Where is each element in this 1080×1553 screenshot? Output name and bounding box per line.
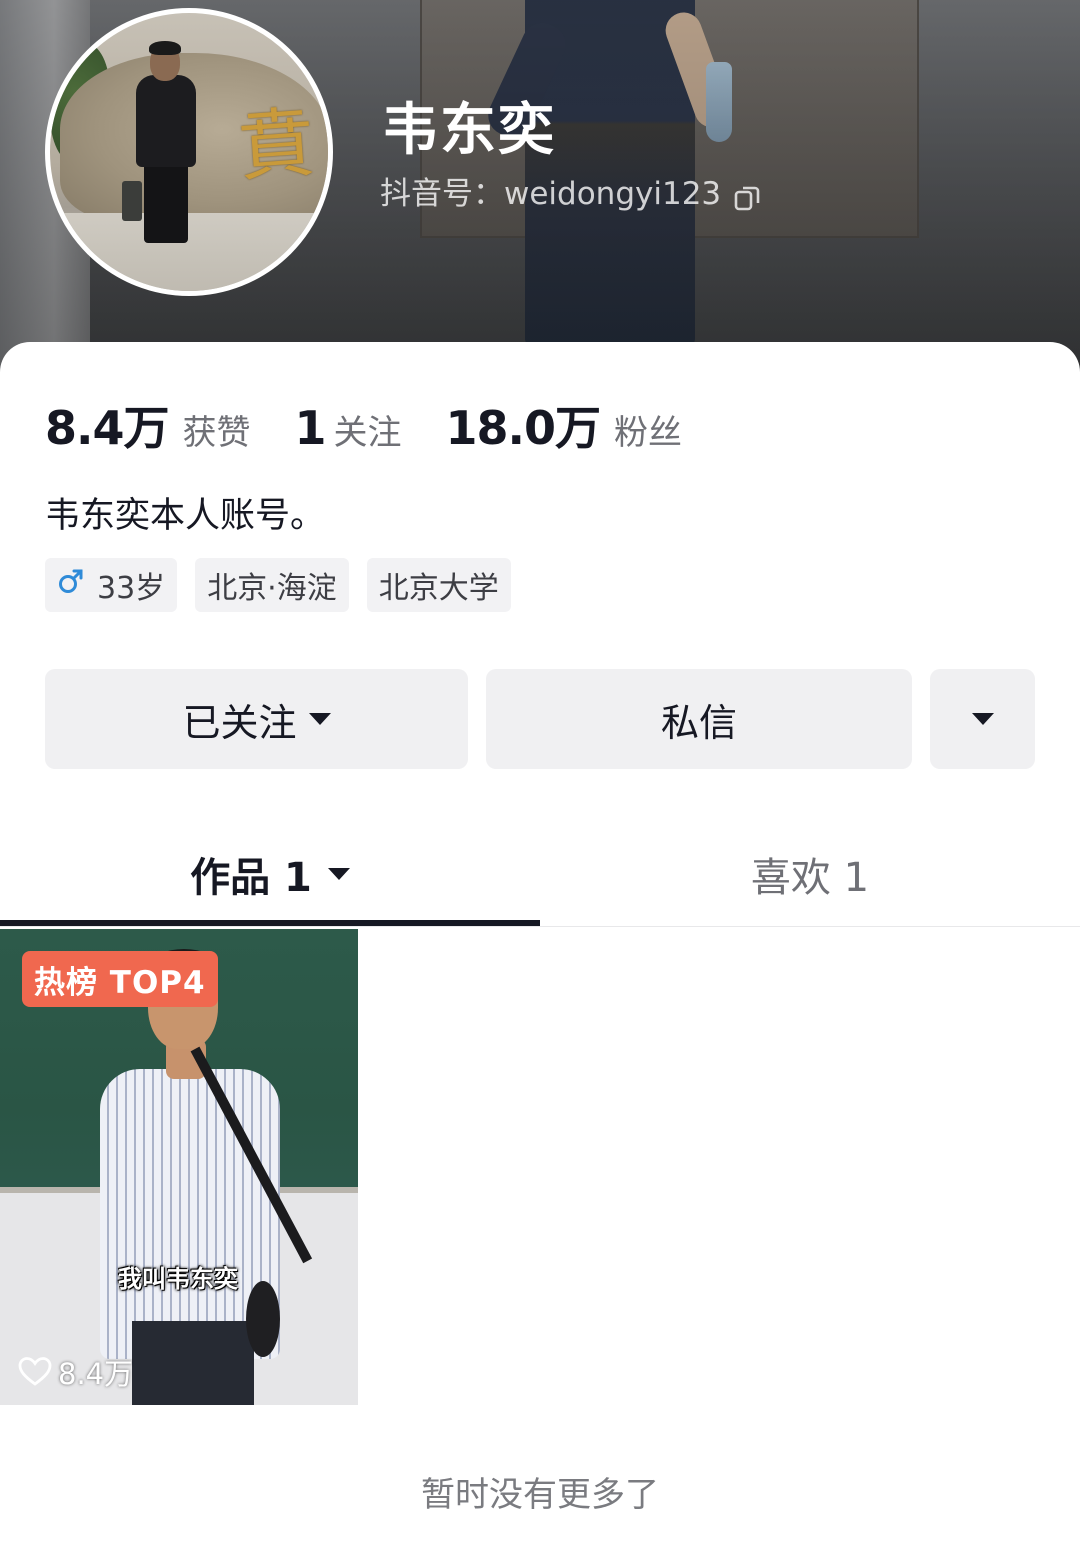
- video-thumbnail[interactable]: 热榜 TOP4 我叫韦东奕 8.4万: [0, 929, 358, 1405]
- avatar-person-bag: [122, 181, 142, 221]
- profile-card: 8.4万 获赞 1 关注 18.0万 粉丝 韦东奕本人账号。 33岁 北京·海淀…: [0, 342, 1080, 1553]
- heart-outline-icon: [18, 1356, 52, 1388]
- stat-value: 8.4万: [45, 401, 169, 455]
- tab-likes-label: 喜欢 1: [750, 855, 870, 901]
- stat-label: 粉丝: [614, 413, 683, 453]
- tab-likes[interactable]: 喜欢 1: [540, 822, 1080, 926]
- tab-works[interactable]: 作品 1: [0, 822, 540, 926]
- caret-down-icon: [327, 868, 350, 880]
- stat-value: 1: [294, 401, 327, 455]
- stat-label: 关注: [333, 413, 402, 453]
- video-bag: [246, 1281, 280, 1357]
- avatar-person-legs: [144, 163, 188, 243]
- avatar-person-hair: [149, 41, 181, 55]
- message-button[interactable]: 私信: [486, 669, 912, 769]
- no-more-text: 暂时没有更多了: [421, 1475, 659, 1515]
- active-tab-indicator: [0, 920, 540, 926]
- stat-value: 18.0万: [445, 401, 601, 455]
- video-likes-count: 8.4万: [58, 1357, 134, 1391]
- profile-tags: 33岁 北京·海淀 北京大学: [45, 558, 529, 612]
- tag-location: 北京·海淀: [195, 558, 349, 612]
- tag-gender-age: 33岁: [45, 558, 178, 612]
- more-dropdown-button[interactable]: [930, 669, 1035, 769]
- followed-button-label: 已关注: [182, 700, 297, 745]
- stat-label: 获赞: [182, 413, 251, 453]
- profile-bio: 韦东奕本人账号。: [45, 496, 326, 536]
- douyin-id-text: 抖音号：weidongyi123: [380, 176, 722, 212]
- caret-down-icon: [308, 713, 331, 725]
- avatar-calligraphy: 賁: [235, 97, 318, 192]
- tab-works-label: 作品 1: [190, 855, 312, 901]
- tag-school[interactable]: 北京大学: [366, 558, 511, 612]
- male-gender-icon: [57, 567, 85, 603]
- message-button-label: 私信: [660, 700, 737, 745]
- avatar-ground: [50, 213, 328, 291]
- avatar[interactable]: 賁: [45, 8, 333, 296]
- douyin-id[interactable]: 抖音号：weidongyi123: [380, 172, 761, 216]
- copy-icon[interactable]: [733, 180, 761, 211]
- stats-row: 8.4万 获赞 1 关注 18.0万 粉丝: [45, 392, 726, 458]
- profile-name: 韦东奕: [382, 98, 556, 163]
- hot-rank-badge: 热榜 TOP4: [22, 951, 218, 1007]
- stat-following[interactable]: 1 关注: [295, 401, 402, 455]
- avatar-person-body: [136, 75, 196, 167]
- caret-down-icon: [971, 713, 994, 725]
- stat-likes[interactable]: 8.4万 获赞: [45, 392, 251, 458]
- video-subtitle: 我叫韦东奕: [118, 1265, 238, 1293]
- video-person-pants: [132, 1321, 254, 1405]
- stat-followers[interactable]: 18.0万 粉丝: [446, 392, 683, 458]
- content-tabs: 作品 1 喜欢 1: [0, 822, 1080, 927]
- tag-age-text: 33岁: [97, 571, 166, 606]
- followed-button[interactable]: 已关注: [45, 669, 468, 769]
- action-buttons: 已关注 私信: [45, 669, 1035, 769]
- video-likes: 8.4万: [18, 1351, 133, 1393]
